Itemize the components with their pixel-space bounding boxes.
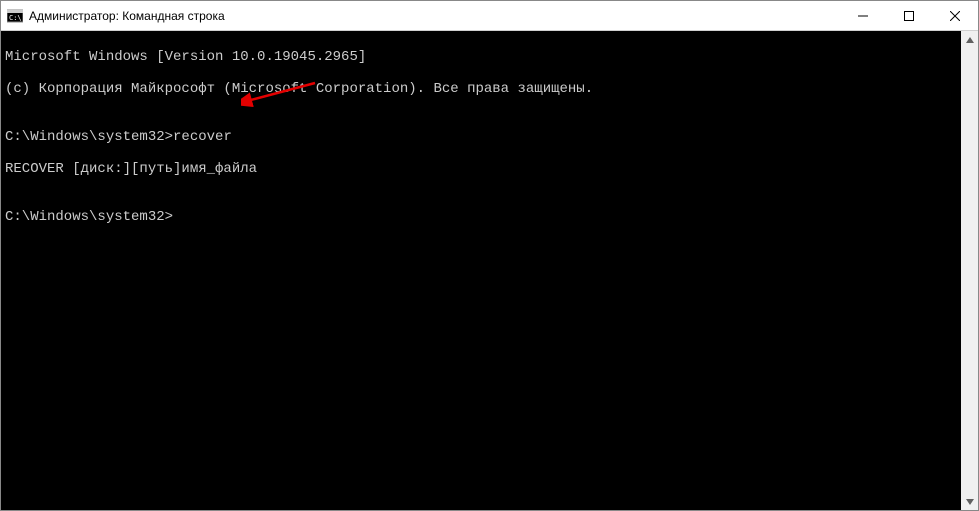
minimize-icon [858,11,868,21]
prompt: C:\Windows\system32> [5,129,173,145]
vertical-scrollbar[interactable] [961,31,978,510]
scrollbar-track[interactable] [961,48,978,493]
scroll-down-icon [966,499,974,505]
close-button[interactable] [932,1,978,30]
scroll-up-button[interactable] [961,31,978,48]
terminal-line: C:\Windows\system32> [5,209,974,225]
cmd-icon: C:\ [7,8,23,24]
terminal-line: C:\Windows\system32>recover [5,129,974,145]
terminal-line: (c) Корпорация Майкрософт (Microsoft Cor… [5,81,974,97]
maximize-button[interactable] [886,1,932,30]
scroll-down-button[interactable] [961,493,978,510]
svg-text:C:\: C:\ [9,14,22,22]
close-icon [950,11,960,21]
terminal-line: Microsoft Windows [Version 10.0.19045.29… [5,49,974,65]
prompt: C:\Windows\system32> [5,209,173,225]
maximize-icon [904,11,914,21]
title-bar[interactable]: C:\ Администратор: Командная строка [1,1,978,31]
command-prompt-window: C:\ Администратор: Командная строка Micr… [0,0,979,511]
scroll-up-icon [966,37,974,43]
terminal-line: RECOVER [диск:][путь]имя_файла [5,161,974,177]
terminal-output[interactable]: Microsoft Windows [Version 10.0.19045.29… [1,31,978,510]
window-controls [840,1,978,30]
command-text: recover [173,129,232,145]
minimize-button[interactable] [840,1,886,30]
window-title: Администратор: Командная строка [29,9,225,23]
